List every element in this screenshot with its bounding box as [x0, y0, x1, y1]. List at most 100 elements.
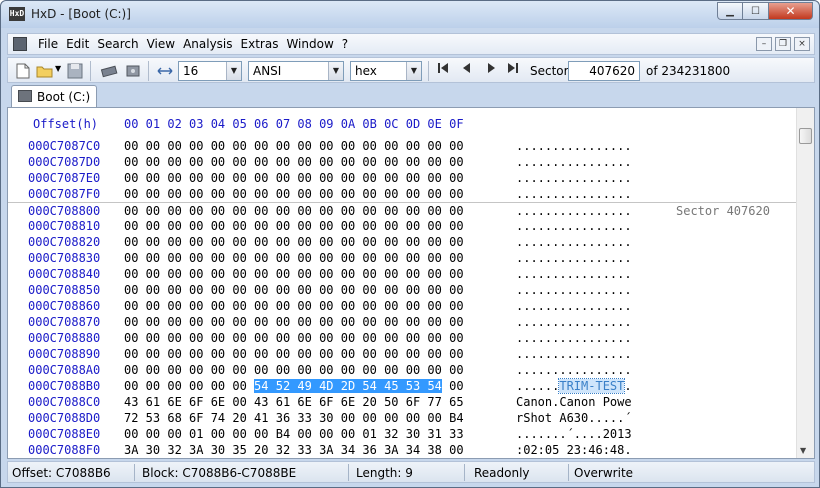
- close-button[interactable]: ✕: [769, 2, 813, 20]
- hex-row[interactable]: 000C7088A0 00 00 00 00 00 00 00 00 00 00…: [8, 362, 796, 378]
- tab-boot-c[interactable]: Boot (C:): [11, 85, 97, 107]
- row-hex[interactable]: 00 00 00 00 00 00 00 00 00 00 00 00 00 0…: [124, 363, 464, 377]
- hex-row[interactable]: 000C708810 00 00 00 00 00 00 00 00 00 00…: [8, 218, 796, 234]
- menu-edit[interactable]: Edit: [62, 37, 93, 51]
- first-sector-icon[interactable]: [434, 62, 452, 80]
- hex-row[interactable]: 000C7087D0 00 00 00 00 00 00 00 00 00 00…: [8, 154, 796, 170]
- row-hex[interactable]: 00 00 00 00 00 00 54 52 49 4D 2D 54 45 5…: [124, 379, 464, 393]
- hex-editor[interactable]: Offset(h) 00 01 02 03 04 05 06 07 08 09 …: [7, 107, 815, 459]
- ram-icon[interactable]: [100, 62, 118, 80]
- hex-row[interactable]: 000C708890 00 00 00 00 00 00 00 00 00 00…: [8, 346, 796, 362]
- row-hex[interactable]: 00 00 00 00 00 00 00 00 00 00 00 00 00 0…: [124, 251, 464, 265]
- hex-row[interactable]: 000C708860 00 00 00 00 00 00 00 00 00 00…: [8, 298, 796, 314]
- row-ascii[interactable]: ................: [516, 251, 632, 265]
- row-hex[interactable]: 3A 30 32 3A 30 35 20 32 33 3A 34 36 3A 3…: [124, 443, 464, 457]
- hex-row[interactable]: 000C708840 00 00 00 00 00 00 00 00 00 00…: [8, 266, 796, 282]
- row-ascii[interactable]: ................: [516, 315, 632, 329]
- chevron-down-icon[interactable]: ▼: [328, 62, 343, 80]
- ascii-before-selection[interactable]: ......: [516, 379, 559, 393]
- menu-view[interactable]: View: [143, 37, 179, 51]
- previous-sector-icon[interactable]: [458, 62, 476, 80]
- hex-before-selection[interactable]: 00 00 00 00 00 00: [124, 379, 254, 393]
- row-ascii[interactable]: ................: [516, 299, 632, 313]
- row-hex[interactable]: 00 00 00 00 00 00 00 00 00 00 00 00 00 0…: [124, 235, 464, 249]
- row-ascii[interactable]: ................: [516, 283, 632, 297]
- ascii-selection[interactable]: TRIM-TEST: [558, 378, 626, 394]
- menu-window[interactable]: Window: [282, 37, 337, 51]
- menu-file[interactable]: File: [34, 37, 62, 51]
- hex-row[interactable]: 000C708880 00 00 00 00 00 00 00 00 00 00…: [8, 330, 796, 346]
- row-ascii[interactable]: rShot A630.....´: [516, 411, 632, 425]
- hex-row[interactable]: 000C7087F0 00 00 00 00 00 00 00 00 00 00…: [8, 186, 796, 202]
- hex-row[interactable]: 000C708820 00 00 00 00 00 00 00 00 00 00…: [8, 234, 796, 250]
- hex-row[interactable]: 000C7087C0 00 00 00 00 00 00 00 00 00 00…: [8, 138, 796, 154]
- last-sector-icon[interactable]: [504, 62, 522, 80]
- menu-extras[interactable]: Extras: [237, 37, 283, 51]
- menu-help[interactable]: ?: [338, 37, 352, 51]
- row-hex[interactable]: 00 00 00 00 00 00 00 00 00 00 00 00 00 0…: [124, 171, 464, 185]
- row-ascii[interactable]: ................: [516, 187, 632, 201]
- row-hex[interactable]: 00 00 00 00 00 00 00 00 00 00 00 00 00 0…: [124, 204, 464, 218]
- mdi-close-button[interactable]: ×: [794, 37, 810, 51]
- open-dropdown-icon[interactable]: ▼: [55, 64, 61, 82]
- row-hex[interactable]: 00 00 00 00 00 00 00 00 00 00 00 00 00 0…: [124, 139, 464, 153]
- row-hex[interactable]: 43 61 6E 6F 6E 00 43 61 6E 6F 6E 20 50 6…: [124, 395, 464, 409]
- row-ascii[interactable]: ................: [516, 204, 632, 218]
- row-ascii[interactable]: ................: [516, 235, 632, 249]
- row-ascii[interactable]: ................: [516, 155, 632, 169]
- sector-input[interactable]: 407620: [568, 61, 640, 81]
- menu-search[interactable]: Search: [93, 37, 142, 51]
- hex-row[interactable]: 000C7088F0 3A 30 32 3A 30 35 20 32 33 3A…: [8, 442, 796, 458]
- disk-icon[interactable]: [124, 62, 142, 80]
- chevron-down-icon[interactable]: ▼: [226, 62, 241, 80]
- row-ascii[interactable]: :02:05 23:46:48.: [516, 443, 632, 457]
- row-hex[interactable]: 00 00 00 00 00 00 00 00 00 00 00 00 00 0…: [124, 219, 464, 233]
- mdi-minimize-button[interactable]: –: [756, 37, 772, 51]
- hex-after-selection[interactable]: 00: [442, 379, 463, 393]
- row-hex[interactable]: 00 00 00 00 00 00 00 00 00 00 00 00 00 0…: [124, 187, 464, 201]
- bytes-per-row-select[interactable]: 16 ▼: [178, 61, 242, 81]
- row-ascii[interactable]: ......TRIM-TEST.: [516, 378, 632, 394]
- row-ascii[interactable]: ................: [516, 139, 632, 153]
- open-file-icon[interactable]: [36, 62, 54, 80]
- charset-select[interactable]: ANSI ▼: [248, 61, 344, 81]
- row-hex[interactable]: 00 00 00 00 00 00 00 00 00 00 00 00 00 0…: [124, 331, 464, 345]
- row-ascii[interactable]: ................: [516, 331, 632, 345]
- row-hex[interactable]: 00 00 00 00 00 00 00 00 00 00 00 00 00 0…: [124, 155, 464, 169]
- row-hex[interactable]: 00 00 00 00 00 00 00 00 00 00 00 00 00 0…: [124, 299, 464, 313]
- row-hex[interactable]: 00 00 00 01 00 00 00 B4 00 00 00 01 32 3…: [124, 427, 464, 441]
- status-overwrite[interactable]: Overwrite: [574, 466, 633, 480]
- chevron-down-icon[interactable]: ▼: [406, 62, 421, 80]
- offset-base-select[interactable]: hex ▼: [350, 61, 422, 81]
- row-hex[interactable]: 00 00 00 00 00 00 00 00 00 00 00 00 00 0…: [124, 315, 464, 329]
- row-hex[interactable]: 72 53 68 6F 74 20 41 36 33 30 00 00 00 0…: [124, 411, 464, 425]
- hex-row[interactable]: 000C7088E0 00 00 00 01 00 00 00 B4 00 00…: [8, 426, 796, 442]
- hex-row[interactable]: 000C7088D0 72 53 68 6F 74 20 41 36 33 30…: [8, 410, 796, 426]
- scroll-down-icon[interactable]: ▼: [800, 446, 806, 455]
- title-bar[interactable]: HxD HxD - [Boot (C:)] ▁ ☐ ✕: [1, 1, 819, 28]
- hxd-app-icon[interactable]: HxD: [9, 7, 25, 21]
- hex-row[interactable]: 000C708870 00 00 00 00 00 00 00 00 00 00…: [8, 314, 796, 330]
- hex-row[interactable]: 000C708850 00 00 00 00 00 00 00 00 00 00…: [8, 282, 796, 298]
- scrollbar-thumb[interactable]: [799, 128, 812, 144]
- status-readonly[interactable]: Readonly: [474, 466, 530, 480]
- next-sector-icon[interactable]: [482, 62, 500, 80]
- ascii-after-selection[interactable]: .: [624, 379, 631, 393]
- row-hex[interactable]: 00 00 00 00 00 00 00 00 00 00 00 00 00 0…: [124, 283, 464, 297]
- document-icon[interactable]: [13, 37, 27, 51]
- new-file-icon[interactable]: [14, 62, 32, 80]
- row-ascii[interactable]: ................: [516, 363, 632, 377]
- maximize-button[interactable]: ☐: [743, 2, 769, 20]
- menu-analysis[interactable]: Analysis: [179, 37, 236, 51]
- minimize-button[interactable]: ▁: [717, 2, 743, 20]
- row-hex[interactable]: 00 00 00 00 00 00 00 00 00 00 00 00 00 0…: [124, 347, 464, 361]
- row-ascii[interactable]: ................: [516, 267, 632, 281]
- hex-selection[interactable]: 54 52 49 4D 2D 54 45 53 54: [254, 379, 442, 393]
- hex-row[interactable]: 000C708830 00 00 00 00 00 00 00 00 00 00…: [8, 250, 796, 266]
- row-ascii[interactable]: ................: [516, 219, 632, 233]
- row-ascii[interactable]: ................: [516, 347, 632, 361]
- save-icon[interactable]: [66, 62, 84, 80]
- row-hex[interactable]: 00 00 00 00 00 00 00 00 00 00 00 00 00 0…: [124, 267, 464, 281]
- vertical-scrollbar[interactable]: ▼: [796, 108, 814, 458]
- hex-row-selected[interactable]: 000C7088B0 00 00 00 00 00 00 54 52 49 4D…: [8, 378, 796, 394]
